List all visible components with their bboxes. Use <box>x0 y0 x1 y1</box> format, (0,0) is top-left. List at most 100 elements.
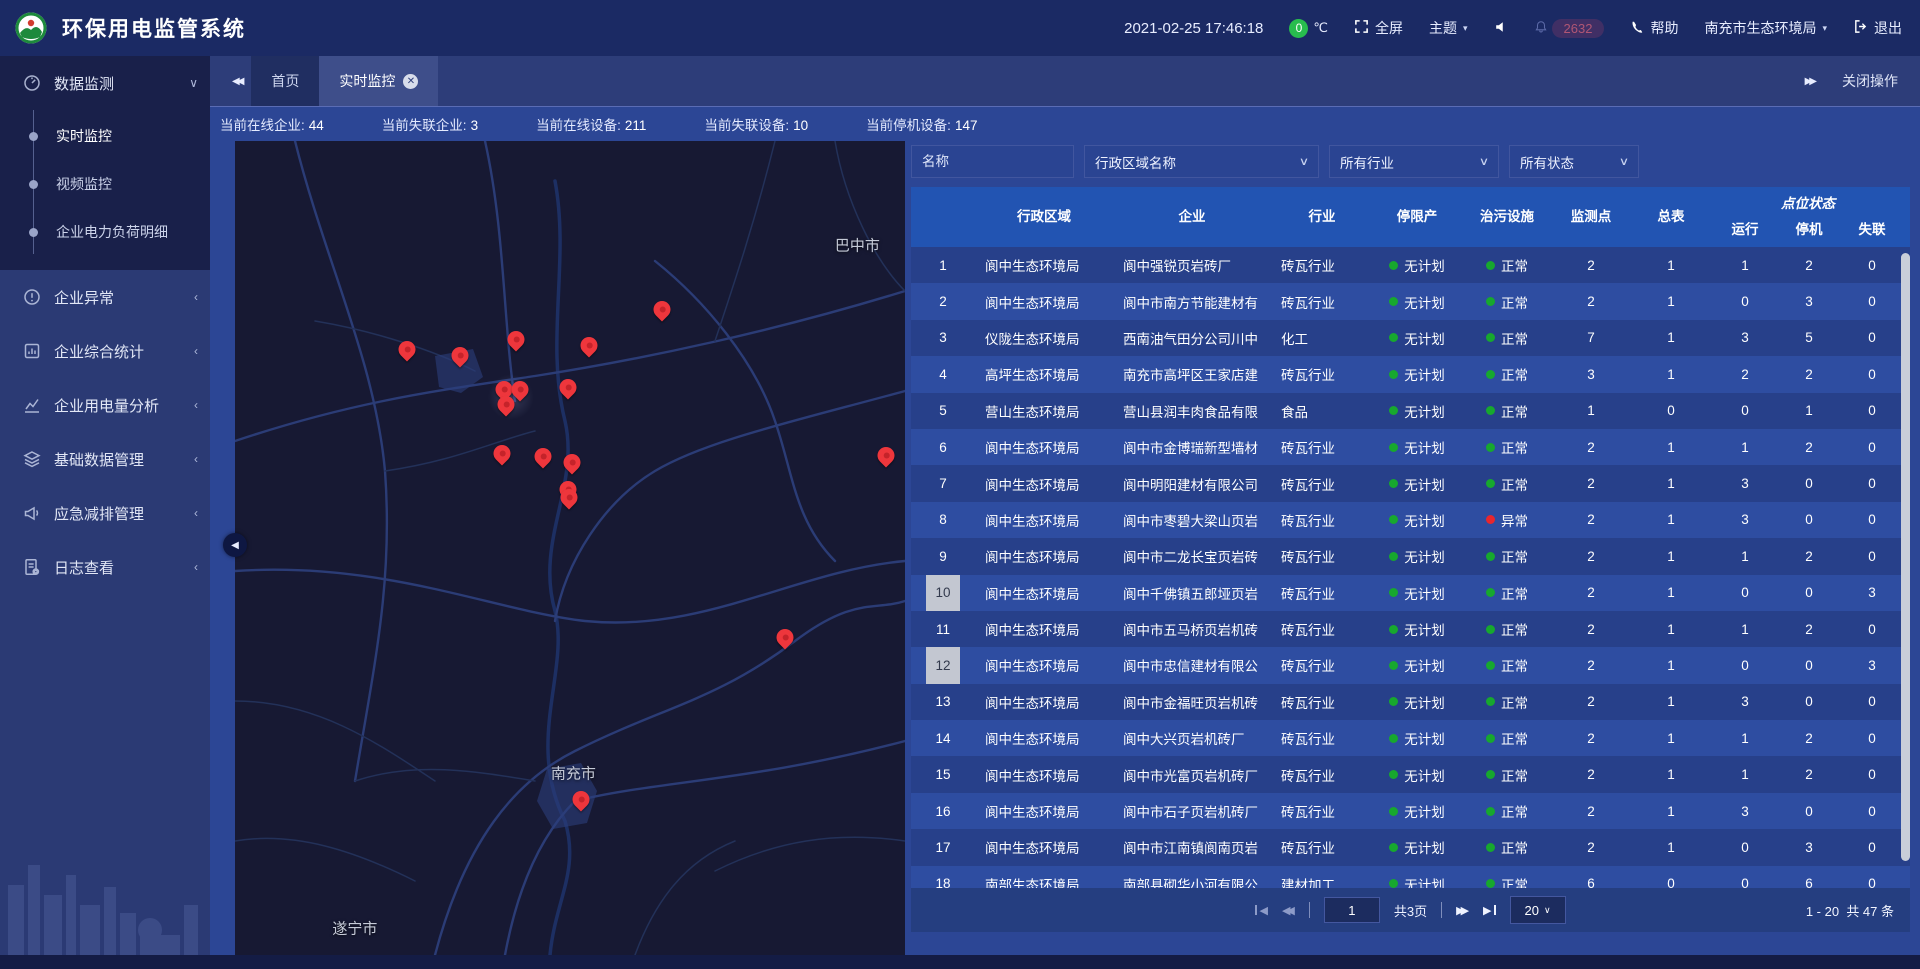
table-row[interactable]: 6阆中生态环境局阆中市金博瑞新型墙材砖瓦行业无计划正常21120 <box>911 429 1910 465</box>
sidebar-item[interactable]: 企业用电量分析‹ <box>0 378 210 432</box>
theme-dropdown[interactable]: 主题 ▾ <box>1429 18 1468 38</box>
fullscreen-button[interactable]: 全屏 <box>1354 18 1403 38</box>
facility-status-text: 正常 <box>1501 801 1528 821</box>
status-metric-label: 当前失联设备: <box>704 118 789 133</box>
table-row[interactable]: 8阆中生态环境局阆中市枣碧大梁山页岩砖瓦行业无计划异常21300 <box>911 502 1910 538</box>
region-filter-select[interactable]: 行政区域名称 ∨ <box>1084 145 1319 178</box>
map-pin-icon[interactable] <box>452 347 469 364</box>
map-pin-icon[interactable] <box>494 445 511 462</box>
table-row[interactable]: 5营山生态环境局营山县润丰肉食品有限食品无计划正常10010 <box>911 393 1910 429</box>
cell-running: 0 <box>1713 829 1777 865</box>
sidebar-item[interactable]: 日志查看‹ <box>0 540 210 594</box>
gauge-icon <box>22 73 42 93</box>
tabs-container: 首页实时监控✕ <box>251 56 438 106</box>
table-row[interactable]: 9阆中生态环境局阆中市二龙长宝页岩砖砖瓦行业无计划正常21120 <box>911 538 1910 574</box>
close-operations-button[interactable]: 关闭操作 <box>1842 71 1898 91</box>
map-pin-icon[interactable] <box>534 448 551 465</box>
map-city-label: 巴中市 <box>835 235 880 256</box>
chevron-left-icon: ‹ <box>194 344 198 358</box>
map-pin-icon[interactable] <box>654 301 671 318</box>
sidebar-item[interactable]: 应急减排管理‹ <box>0 486 210 540</box>
map-pin-icon[interactable] <box>507 331 524 348</box>
exit-button[interactable]: 退出 <box>1853 18 1902 38</box>
cell-facility-status: 正常 <box>1461 829 1553 865</box>
sidebar-subitem[interactable]: 企业电力负荷明细 <box>0 208 210 256</box>
map-pin-icon[interactable] <box>497 396 514 413</box>
last-page-button[interactable]: ▶ <box>1483 904 1495 917</box>
cell-disconnected: 0 <box>1841 793 1903 829</box>
facility-status-text: 正常 <box>1501 437 1528 457</box>
status-filter-select[interactable]: 所有状态 ∨ <box>1509 145 1639 178</box>
status-dot-green-icon <box>1389 843 1398 852</box>
tab-实时监控[interactable]: 实时监控✕ <box>319 56 438 106</box>
sidebar-item[interactable]: 企业综合统计‹ <box>0 324 210 378</box>
first-page-button[interactable]: ◀ <box>1255 904 1267 917</box>
notification-bell[interactable]: 2632 <box>1534 19 1605 38</box>
name-filter-input[interactable] <box>911 145 1074 178</box>
sidebar-item[interactable]: 数据监测∨ <box>0 56 210 110</box>
status-filter-value: 所有状态 <box>1520 152 1574 172</box>
chevron-left-icon: ‹ <box>194 506 198 520</box>
map-pin-icon[interactable] <box>398 341 415 358</box>
table-row[interactable]: 17阆中生态环境局阆中市江南镇阆南页岩砖瓦行业无计划正常21030 <box>911 829 1910 865</box>
map-pin-icon[interactable] <box>777 629 794 646</box>
tabs-scroll-right-button[interactable]: ▶▶ <box>1795 76 1824 87</box>
volume-button[interactable] <box>1494 20 1508 37</box>
sidebar-subitem[interactable]: 视频监控 <box>0 160 210 208</box>
table-row[interactable]: 4高坪生态环境局南充市高坪区王家店建砖瓦行业无计划正常31220 <box>911 356 1910 392</box>
map-panel[interactable]: 巴中市南充市遂宁市 ◀ <box>235 141 905 955</box>
cell-row-number: 17 <box>911 829 975 865</box>
table-row[interactable]: 16阆中生态环境局阆中市石子页岩机砖厂砖瓦行业无计划正常21300 <box>911 793 1910 829</box>
map-pin-icon[interactable] <box>559 379 576 396</box>
page-number-input[interactable] <box>1324 897 1380 923</box>
facility-status-text: 正常 <box>1501 401 1528 421</box>
table-row[interactable]: 2阆中生态环境局阆中市南方节能建材有砖瓦行业无计划正常21030 <box>911 283 1910 319</box>
status-dot-green-icon <box>1486 588 1495 597</box>
cell-total-meters: 0 <box>1629 393 1713 429</box>
table-row[interactable]: 12阆中生态环境局阆中市忠信建材有限公砖瓦行业无计划正常21003 <box>911 647 1910 683</box>
tab-首页[interactable]: 首页 <box>251 56 319 106</box>
cell-facility-status: 正常 <box>1461 866 1553 888</box>
next-page-button[interactable]: ▶▶ <box>1456 904 1469 917</box>
sidebar-subitem[interactable]: 实时监控 <box>0 112 210 160</box>
chevron-down-icon: ∨ <box>1619 155 1629 168</box>
tab-close-icon[interactable]: ✕ <box>403 74 418 89</box>
table-row[interactable]: 3仪陇生态环境局西南油气田分公司川中化工无计划正常71350 <box>911 320 1910 356</box>
map-pin-icon[interactable] <box>572 791 589 808</box>
table-row[interactable]: 18南部生态环境局南部县砌华小河有限公建材加工无计划正常60060 <box>911 866 1910 888</box>
map-pin-body <box>650 297 674 321</box>
map-canvas[interactable]: 巴中市南充市遂宁市 <box>235 141 905 955</box>
map-pin-body <box>448 344 472 368</box>
map-pin-icon[interactable] <box>877 447 894 464</box>
map-pin-icon[interactable] <box>561 489 578 506</box>
table-row[interactable]: 10阆中生态环境局阆中千佛镇五郎垭页岩砖瓦行业无计划正常21003 <box>911 575 1910 611</box>
table-row[interactable]: 1阆中生态环境局阆中强锐页岩砖厂砖瓦行业无计划正常21120 <box>911 247 1910 283</box>
log-file-icon <box>22 557 42 577</box>
table-row[interactable]: 15阆中生态环境局阆中市光富页岩机砖厂砖瓦行业无计划正常21120 <box>911 756 1910 792</box>
cell-monitor-points: 2 <box>1553 611 1629 647</box>
cell-facility-status: 正常 <box>1461 647 1553 683</box>
map-pin-icon[interactable] <box>580 337 597 354</box>
cell-region: 南部生态环境局 <box>975 866 1113 888</box>
map-pin-icon[interactable] <box>512 381 529 398</box>
cell-running: 0 <box>1713 866 1777 888</box>
table-row[interactable]: 7阆中生态环境局阆中明阳建材有限公司砖瓦行业无计划正常21300 <box>911 465 1910 501</box>
table-row[interactable]: 11阆中生态环境局阆中市五马桥页岩机砖砖瓦行业无计划正常21120 <box>911 611 1910 647</box>
cell-stopped: 3 <box>1777 283 1841 319</box>
chevron-left-icon: ‹ <box>194 290 198 304</box>
status-dot-green-icon <box>1486 261 1495 270</box>
table-row[interactable]: 13阆中生态环境局阆中市金福旺页岩机砖砖瓦行业无计划正常21300 <box>911 684 1910 720</box>
cell-disconnected: 3 <box>1841 575 1903 611</box>
page-size-select[interactable]: 20 ∨ <box>1510 896 1566 924</box>
org-dropdown[interactable]: 南充市生态环境局 ▾ <box>1704 18 1827 38</box>
industry-filter-select[interactable]: 所有行业 ∨ <box>1329 145 1499 178</box>
status-metric-value: 10 <box>793 118 808 133</box>
map-pin-icon[interactable] <box>564 454 581 471</box>
prev-page-button[interactable]: ◀◀ <box>1282 904 1295 917</box>
help-button[interactable]: 帮助 <box>1630 18 1678 38</box>
tabs-scroll-left-button[interactable]: ◀◀ <box>222 76 251 87</box>
table-row[interactable]: 14阆中生态环境局阆中大兴页岩机砖厂砖瓦行业无计划正常21120 <box>911 720 1910 756</box>
sidebar-item[interactable]: 基础数据管理‹ <box>0 432 210 486</box>
table-scrollbar-thumb[interactable] <box>1901 253 1910 861</box>
sidebar-item[interactable]: 企业异常‹ <box>0 270 210 324</box>
